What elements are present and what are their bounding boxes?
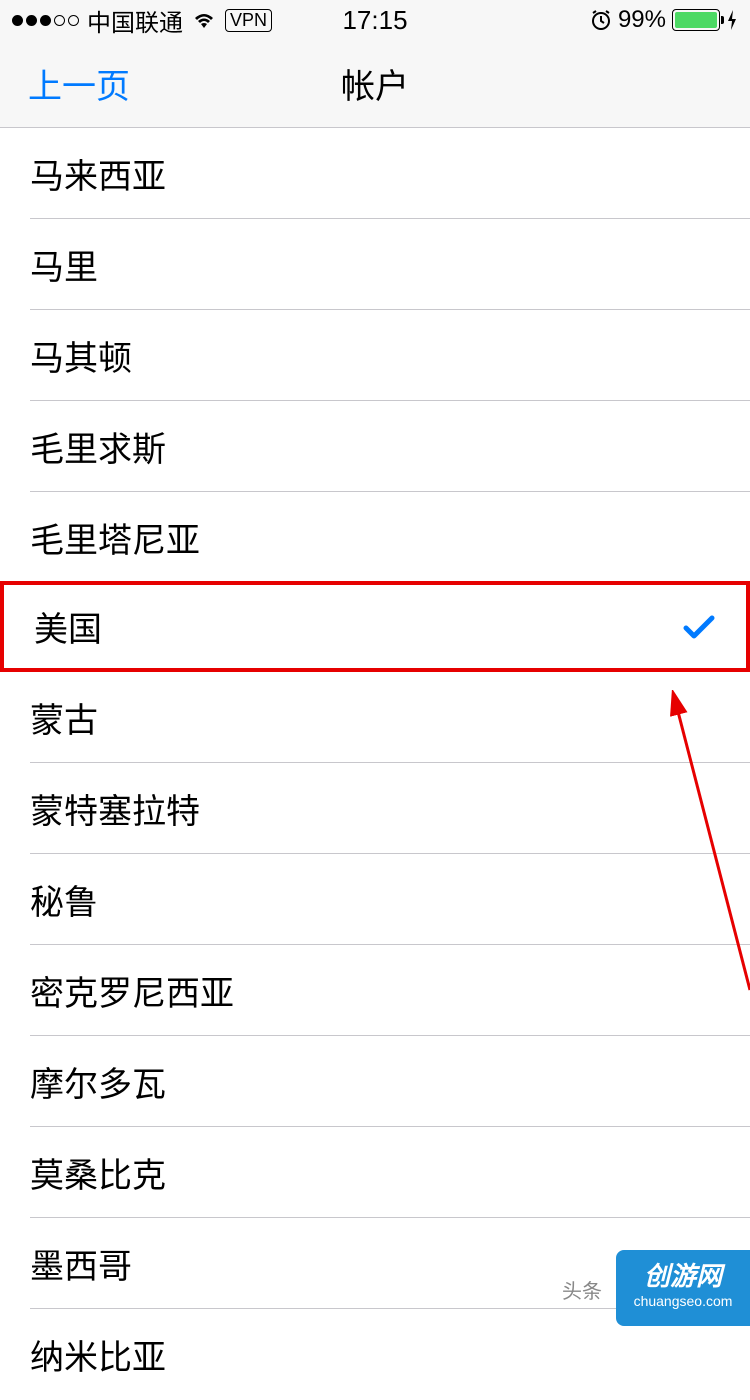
country-row[interactable]: 蒙特塞拉特 [30, 763, 750, 854]
carrier-label: 中国联通 [87, 3, 183, 38]
signal-strength-icon [12, 15, 79, 26]
country-row[interactable]: 毛里塔尼亚 [30, 492, 750, 583]
country-row[interactable]: 摩尔多瓦 [30, 1036, 750, 1127]
country-row[interactable]: 马来西亚 [30, 128, 750, 219]
country-label: 蒙特塞拉特 [30, 784, 200, 833]
country-label: 纳米比亚 [30, 1330, 166, 1379]
country-row[interactable]: 蒙古 [30, 672, 750, 763]
country-label: 摩尔多瓦 [30, 1057, 166, 1106]
navigation-bar: 上一页 帐户 [0, 40, 750, 128]
country-label: 毛里塔尼亚 [30, 513, 200, 562]
battery-percent: 99% [618, 6, 666, 34]
watermark-url: chuangseo.com [624, 1293, 742, 1309]
site-watermark: 创游网 chuangseo.com [616, 1250, 750, 1326]
vpn-badge: VPN [225, 9, 272, 32]
country-row[interactable]: 毛里求斯 [30, 401, 750, 492]
country-label: 马里 [30, 240, 98, 289]
country-label: 美国 [34, 602, 102, 651]
battery-icon [672, 9, 720, 31]
source-watermark: 头条 [562, 1275, 602, 1304]
country-label: 秘鲁 [30, 875, 98, 924]
back-button[interactable]: 上一页 [0, 59, 130, 108]
country-label: 蒙古 [30, 693, 98, 742]
country-row[interactable]: 秘鲁 [30, 854, 750, 945]
status-left: 中国联通 VPN [12, 3, 272, 38]
country-label: 密克罗尼西亚 [30, 966, 234, 1015]
country-label: 马来西亚 [30, 149, 166, 198]
status-time: 17:15 [342, 5, 407, 36]
country-row[interactable]: 密克罗尼西亚 [30, 945, 750, 1036]
country-label: 莫桑比克 [30, 1148, 166, 1197]
check-icon [682, 610, 716, 644]
country-row[interactable]: 马其顿 [30, 310, 750, 401]
country-list[interactable]: 马来西亚马里马其顿毛里求斯毛里塔尼亚美国蒙古蒙特塞拉特秘鲁密克罗尼西亚摩尔多瓦莫… [0, 128, 750, 1400]
alarm-icon [590, 9, 612, 31]
page-title: 帐户 [341, 59, 409, 108]
country-label: 墨西哥 [30, 1239, 132, 1288]
status-right: 99% [590, 6, 738, 34]
charging-icon [726, 9, 738, 31]
status-bar: 中国联通 VPN 17:15 99% [0, 0, 750, 40]
country-row[interactable]: 马里 [30, 219, 750, 310]
wifi-icon [191, 10, 217, 30]
country-row[interactable]: 莫桑比克 [30, 1127, 750, 1218]
country-label: 马其顿 [30, 331, 132, 380]
country-label: 毛里求斯 [30, 422, 166, 471]
country-row[interactable]: 美国 [0, 581, 750, 672]
watermark-title: 创游网 [624, 1256, 742, 1293]
